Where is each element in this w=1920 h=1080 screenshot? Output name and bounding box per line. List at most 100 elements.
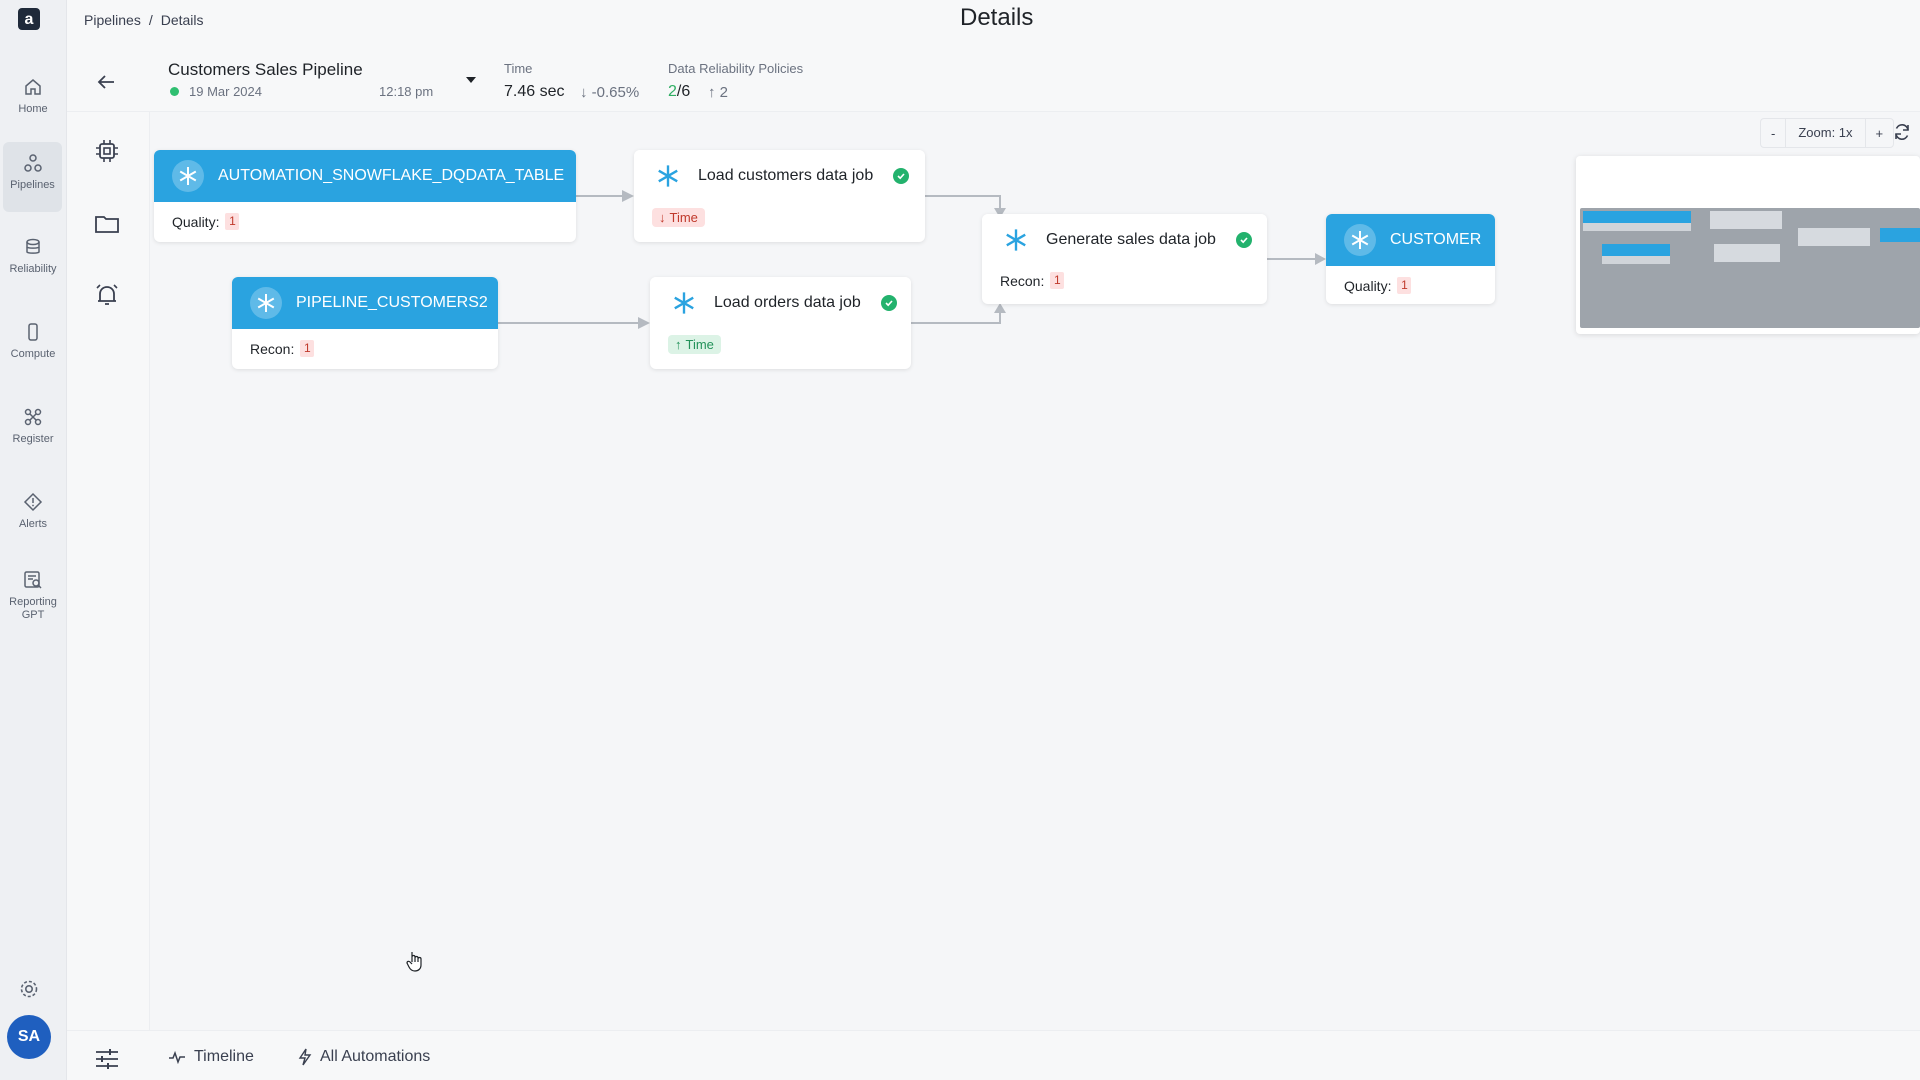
drp-metric-label: Data Reliability Policies [668, 61, 804, 76]
node-customer-table[interactable]: CUSTOMER Quality: 1 [1326, 214, 1495, 304]
nav-item-label: Compute [10, 348, 56, 360]
all-automations-tab[interactable]: All Automations [298, 1048, 430, 1066]
node-header: Generate sales data job [982, 214, 1267, 266]
sliders-filter-icon[interactable] [94, 1048, 120, 1070]
quality-count-badge[interactable]: 1 [225, 213, 240, 230]
node-body: Quality: 1 [154, 202, 576, 241]
pill-label: Time [685, 337, 714, 352]
node-body: ↓ Time [634, 202, 925, 238]
snowflake-icon [250, 287, 282, 319]
drp-pass-count: 2 [668, 83, 677, 100]
minimap-viewport[interactable] [1580, 208, 1920, 328]
node-title: Load orders data job [714, 294, 861, 311]
node-header: Load orders data job [650, 277, 911, 329]
refresh-icon[interactable] [1892, 122, 1912, 142]
pill-label: Time [669, 210, 698, 225]
node-title: AUTOMATION_SNOWFLAKE_DQDATA_TABLE [218, 167, 565, 184]
nav-item-compute[interactable]: Compute [0, 311, 66, 381]
nav-item-pipelines[interactable]: Pipelines [3, 142, 62, 212]
time-metric-value: 7.46 sec [504, 83, 565, 100]
quality-count-badge[interactable]: 1 [1397, 277, 1412, 294]
time-improvement-pill[interactable]: ↑ Time [668, 335, 721, 354]
nav-item-reliability[interactable]: Reliability [0, 226, 66, 296]
node-header: PIPELINE_CUSTOMERS2 [232, 277, 498, 329]
reporting-icon [22, 569, 44, 591]
user-avatar[interactable]: SA [7, 1015, 51, 1059]
lightning-bolt-icon [298, 1048, 312, 1066]
snowflake-icon [668, 287, 700, 319]
recon-label: Recon: [250, 340, 295, 357]
node-automation-snowflake-table[interactable]: AUTOMATION_SNOWFLAKE_DQDATA_TABLE Qualit… [154, 150, 576, 242]
alarm-bell-icon[interactable] [94, 282, 120, 308]
activity-pulse-icon [169, 1050, 185, 1064]
svg-text:a: a [25, 11, 34, 28]
home-icon [22, 76, 44, 98]
page-title: Details [960, 4, 1034, 31]
hand-pointer-cursor-icon [406, 952, 422, 972]
breadcrumb-current: Details [160, 12, 204, 28]
pipeline-name: Customers Sales Pipeline [168, 60, 363, 79]
success-check-icon [880, 295, 897, 311]
minimap-preview [1583, 211, 1920, 264]
timeline-tab[interactable]: Timeline [168, 1048, 254, 1066]
time-metric-delta: ↓ -0.65% [580, 84, 640, 101]
recon-count-badge[interactable]: 1 [1050, 272, 1065, 289]
node-body: ↑ Time [650, 329, 911, 365]
drp-metric-change: ↑ 2 [708, 84, 729, 101]
node-body: Quality: 1 [1326, 266, 1495, 305]
snowflake-icon [172, 160, 204, 192]
node-load-orders-job[interactable]: Load orders data job ↑ Time [650, 277, 911, 369]
breadcrumb-pipelines-link[interactable]: Pipelines [84, 12, 141, 28]
nav-item-alerts[interactable]: Alerts [0, 481, 66, 551]
success-check-icon [893, 168, 910, 184]
node-load-customers-job[interactable]: Load customers data job ↓ Time [634, 150, 925, 242]
nav-item-label: Pipelines [10, 179, 55, 191]
database-icon [22, 236, 44, 258]
snowflake-icon [1344, 224, 1376, 256]
success-check-icon [1235, 232, 1252, 248]
node-body: Recon: 1 [982, 266, 1267, 300]
drp-metric-value: 2/6 [668, 83, 690, 101]
pipeline-run-dropdown-icon[interactable] [465, 76, 477, 84]
nav-item-label: Home [18, 103, 48, 115]
app-logo[interactable]: a [18, 8, 40, 30]
all-automations-tab-label: All Automations [320, 1048, 431, 1065]
snowflake-icon [652, 160, 684, 192]
nav-item-reporting-gpt[interactable]: Reporting GPT [0, 559, 66, 629]
node-generate-sales-job[interactable]: Generate sales data job Recon: 1 [982, 214, 1267, 304]
nav-item-register[interactable]: Register [0, 396, 66, 466]
folder-icon[interactable] [94, 211, 120, 237]
register-icon [22, 406, 44, 428]
node-body: Recon: 1 [232, 329, 498, 368]
node-header: CUSTOMER [1326, 214, 1495, 266]
nav-item-label: Register [12, 433, 54, 445]
processor-chip-icon[interactable] [94, 138, 120, 164]
zoom-in-button[interactable]: + [1866, 126, 1894, 141]
breadcrumb-separator: / [148, 12, 153, 28]
node-title: CUSTOMER [1390, 231, 1482, 248]
compute-icon [22, 321, 44, 343]
nav-item-label: Reporting GPT [9, 596, 57, 621]
recon-label: Recon: [1000, 272, 1045, 289]
pipelines-icon [22, 152, 44, 174]
canvas-minimap[interactable] [1576, 156, 1920, 334]
settings-gear-icon[interactable] [18, 978, 40, 1000]
node-title: Load customers data job [698, 167, 874, 184]
drp-total-count: /6 [676, 83, 691, 100]
time-metric-label: Time [504, 61, 533, 76]
nav-item-label: Reliability [9, 263, 57, 275]
pipeline-run-time: 12:18 pm [379, 84, 434, 99]
snowflake-icon [1000, 224, 1032, 256]
pipeline-status-dot [170, 87, 179, 96]
node-header: Load customers data job [634, 150, 925, 202]
main-nav: a Home Pipelines Reliability Compute Reg… [0, 0, 67, 1080]
back-arrow-icon[interactable] [92, 68, 120, 96]
nav-item-label: Alerts [18, 518, 48, 530]
node-pipeline-customers2[interactable]: PIPELINE_CUSTOMERS2 Recon: 1 [232, 277, 498, 369]
zoom-out-button[interactable]: - [1761, 126, 1785, 141]
timeline-tab-label: Timeline [194, 1048, 254, 1065]
node-title: Generate sales data job [1046, 231, 1216, 248]
nav-item-home[interactable]: Home [0, 66, 66, 136]
time-regression-pill[interactable]: ↓ Time [652, 208, 705, 227]
recon-count-badge[interactable]: 1 [300, 340, 315, 357]
